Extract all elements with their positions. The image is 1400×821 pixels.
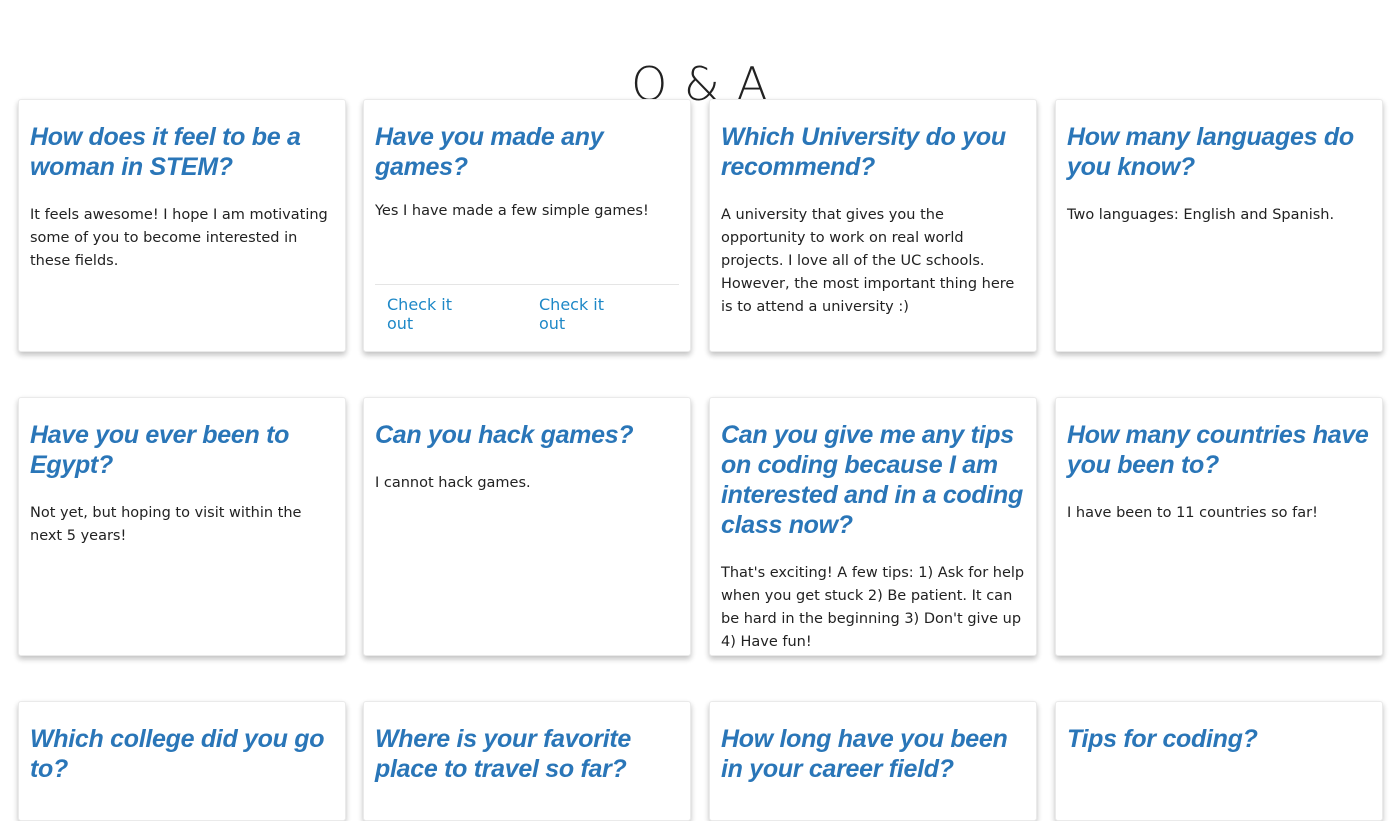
qa-card: How many languages do you know? Two lang…: [1055, 99, 1383, 352]
qa-card: How long have you been in your career fi…: [709, 701, 1037, 821]
qa-card: Have you made any games? Yes I have made…: [363, 99, 691, 352]
answer-text: It feels awesome! I hope I am motivating…: [30, 207, 328, 269]
qa-card: Where is your favorite place to travel s…: [363, 701, 691, 821]
question-title: Can you give me any tips on coding becau…: [721, 421, 1023, 539]
answer-text: Not yet, but hoping to visit within the …: [30, 505, 302, 544]
check-it-out-link[interactable]: Check it out: [539, 295, 629, 333]
card-actions: Check it out Check it out: [375, 284, 679, 333]
question-title: Have you ever been to Egypt?: [30, 421, 290, 479]
question-title: Which college did you go to?: [30, 725, 325, 783]
question-title: Have you made any games?: [375, 123, 604, 181]
question-title: Where is your favorite place to travel s…: [375, 725, 631, 783]
question-title: Which University do you recommend?: [721, 123, 1006, 181]
qa-card: Have you ever been to Egypt? Not yet, bu…: [18, 397, 346, 656]
qa-card: Which University do you recommend? A uni…: [709, 99, 1037, 352]
qa-card: Which college did you go to?: [18, 701, 346, 821]
qa-card: Can you hack games? I cannot hack games.: [363, 397, 691, 656]
question-title: How many languages do you know?: [1067, 123, 1354, 181]
question-title: How does it feel to be a woman in STEM?: [30, 123, 301, 181]
question-title: Can you hack games?: [375, 421, 634, 449]
qa-card: Tips for coding?: [1055, 701, 1383, 821]
qa-card: How does it feel to be a woman in STEM? …: [18, 99, 346, 352]
answer-text: That's exciting! A few tips: 1) Ask for …: [721, 565, 1025, 650]
answer-text: Two languages: English and Spanish.: [1067, 207, 1335, 223]
answer-text: I cannot hack games.: [375, 475, 531, 491]
answer-text: A university that gives you the opportun…: [721, 207, 1015, 315]
question-title: Tips for coding?: [1067, 725, 1258, 753]
answer-text: Yes I have made a few simple games!: [375, 203, 649, 219]
question-title: How many countries have you been to?: [1067, 421, 1369, 479]
qa-card: How many countries have you been to? I h…: [1055, 397, 1383, 656]
question-title: How long have you been in your career fi…: [721, 725, 1008, 783]
qa-card: Can you give me any tips on coding becau…: [709, 397, 1037, 656]
answer-text: I have been to 11 countries so far!: [1067, 505, 1318, 521]
check-it-out-link[interactable]: Check it out: [387, 295, 477, 333]
